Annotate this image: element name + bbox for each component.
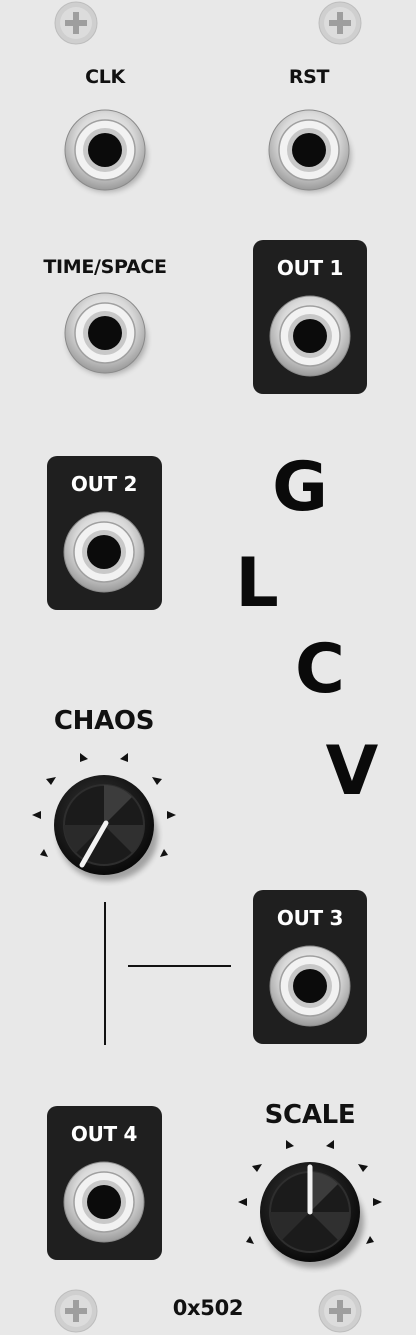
jack-out1[interactable] — [269, 295, 351, 377]
out4-label: OUT 4 — [70, 1122, 138, 1146]
screw-icon — [318, 1, 362, 45]
rst-label: RST — [288, 66, 330, 88]
brand-label: 0x502 — [172, 1296, 244, 1320]
jack-out3[interactable] — [269, 945, 351, 1027]
jack-rst[interactable] — [268, 109, 351, 192]
chaos-knob[interactable] — [32, 753, 176, 881]
screw-icon — [54, 1289, 98, 1333]
screw-icon — [54, 1, 98, 45]
logo-letter-v: V — [325, 732, 379, 811]
panel-graphics — [32, 1, 382, 1333]
logo-letter-g: G — [272, 448, 328, 527]
jack-clk[interactable] — [64, 109, 147, 192]
jack-out4[interactable] — [63, 1161, 145, 1243]
out3-label: OUT 3 — [276, 906, 344, 930]
jack-timespace[interactable] — [64, 292, 147, 375]
screw-icon — [318, 1289, 362, 1333]
module-panel: CLK RST TIME/SPACE OUT 1 OUT 2 OUT 3 OUT… — [0, 0, 416, 1335]
logo-letter-l: L — [235, 544, 279, 623]
out2-label: OUT 2 — [70, 472, 138, 496]
timespace-label: TIME/SPACE — [43, 256, 167, 278]
out1-label: OUT 1 — [276, 256, 344, 280]
clk-label: CLK — [85, 66, 125, 88]
logo-letter-c: C — [295, 630, 345, 709]
scale-label: SCALE — [264, 1100, 356, 1130]
chaos-label: CHAOS — [53, 706, 155, 736]
jack-out2[interactable] — [63, 511, 145, 593]
scale-knob[interactable] — [238, 1140, 382, 1268]
